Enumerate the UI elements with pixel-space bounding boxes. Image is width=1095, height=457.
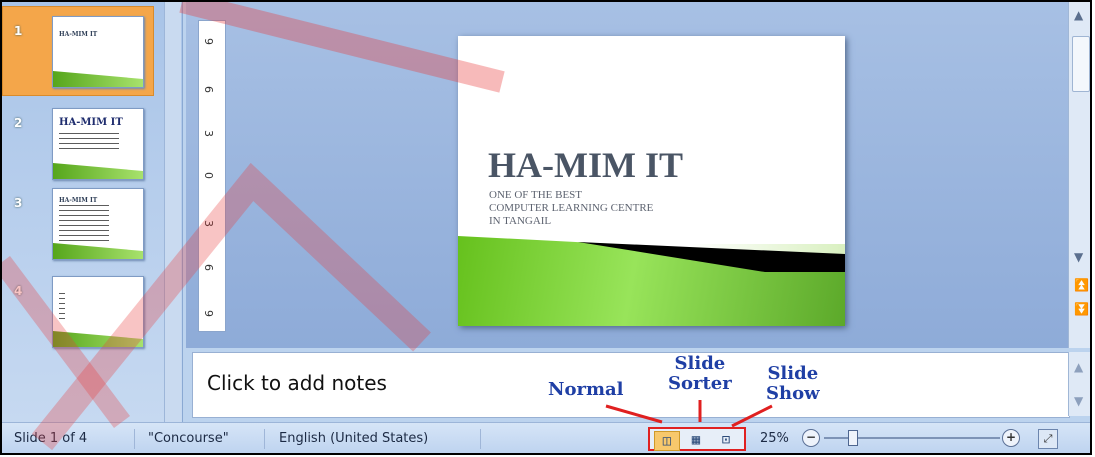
previous-slide-icon[interactable]: ⏫ xyxy=(1074,278,1089,292)
thumbnail-slide-3[interactable]: 3 HA-MIM IT xyxy=(12,188,162,262)
thumbnail-number: 2 xyxy=(14,116,23,130)
annotation-line: Slide xyxy=(674,353,726,374)
thumbnail-slide-2[interactable]: 2 HA-MIM IT xyxy=(12,108,162,182)
ruler-tick: 3 xyxy=(202,130,215,137)
thumbnail-title: HA-MIM IT xyxy=(59,197,98,204)
next-slide-icon[interactable]: ⏬ xyxy=(1074,302,1089,316)
zoom-level[interactable]: 25% xyxy=(760,431,789,446)
annotation-slide-show: Slide Show xyxy=(766,364,820,404)
thumbnail-slide-4[interactable]: 4 xyxy=(12,276,162,350)
notes-placeholder[interactable]: Click to add notes xyxy=(207,371,387,395)
thumbnail-green-band xyxy=(53,163,143,179)
ruler-tick: 6 xyxy=(202,264,215,271)
notes-scrollbar[interactable]: ▲ ▼ xyxy=(1068,352,1090,416)
theme-name[interactable]: "Concourse" xyxy=(148,431,229,446)
status-separator xyxy=(480,429,481,449)
normal-view-icon[interactable]: ◫ xyxy=(654,431,680,451)
thumbnail-green-band xyxy=(53,331,143,347)
thumbnail-card: HA-MIM IT xyxy=(52,188,144,260)
slide-sorter-icon[interactable]: ▦ xyxy=(684,431,708,449)
vertical-ruler: 9 6 3 0 3 6 9 xyxy=(198,20,226,332)
ruler-tick: 6 xyxy=(202,86,215,93)
ruler-tick: 9 xyxy=(202,38,215,45)
thumbnail-card: HA-MIM IT xyxy=(52,16,144,88)
fit-window-icon[interactable]: ⤢ xyxy=(1038,429,1058,449)
subtitle-line: IN TANGAIL xyxy=(489,215,552,227)
thumbnail-number: 4 xyxy=(14,284,23,298)
slide-canvas[interactable]: HA-MIM IT ONE OF THE BEST COMPUTER LEARN… xyxy=(458,36,845,326)
scrollbar-thumb[interactable] xyxy=(1072,36,1090,92)
thumbnail-title: HA-MIM IT xyxy=(59,117,123,128)
annotation-normal: Normal xyxy=(548,379,624,400)
slide-counter: Slide 1 of 4 xyxy=(14,431,88,446)
thumbnail-title: HA-MIM IT xyxy=(59,31,98,38)
ruler-tick: 3 xyxy=(202,220,215,227)
ruler-tick: 0 xyxy=(202,172,215,179)
scroll-up-icon[interactable]: ▲ xyxy=(1074,8,1083,22)
thumbnail-number: 3 xyxy=(14,196,23,210)
scroll-up-icon[interactable]: ▲ xyxy=(1074,360,1083,374)
scroll-down-icon[interactable]: ▼ xyxy=(1074,394,1083,408)
thumbnails-scrollbar[interactable] xyxy=(164,2,181,422)
zoom-slider-knob[interactable] xyxy=(848,430,858,446)
thumbnail-card xyxy=(52,276,144,348)
status-separator xyxy=(264,429,265,449)
status-bar: Slide 1 of 4 "Concourse" English (United… xyxy=(2,422,1090,453)
scroll-down-icon[interactable]: ▼ xyxy=(1074,250,1083,264)
zoom-out-icon[interactable]: − xyxy=(802,429,820,447)
thumbnail-text-lines xyxy=(59,293,65,319)
thumbnail-number: 1 xyxy=(14,24,23,38)
status-separator xyxy=(134,429,135,449)
slide-thumbnails-pane: 1 HA-MIM IT 2 HA-MIM IT 3 HA-MIM IT 4 xyxy=(2,2,183,422)
notes-pane[interactable]: Click to add notes xyxy=(192,352,1070,418)
annotation-slide-sorter: Slide Sorter xyxy=(668,354,732,394)
annotation-line: Sorter xyxy=(668,373,732,394)
subtitle-line: COMPUTER LEARNING CENTRE xyxy=(489,202,654,214)
ruler-tick: 9 xyxy=(202,310,215,317)
language-indicator[interactable]: English (United States) xyxy=(279,431,428,446)
slide-vertical-scrollbar[interactable]: ▲ ▼ ⏫ ⏬ xyxy=(1068,2,1090,348)
thumbnail-text-lines xyxy=(59,205,109,245)
thumbnail-green-band xyxy=(53,71,143,87)
powerpoint-window: 1 HA-MIM IT 2 HA-MIM IT 3 HA-MIM IT 4 9 … xyxy=(0,0,1092,455)
view-buttons-group: ◫ ▦ ⊡ xyxy=(648,427,746,451)
subtitle-line: ONE OF THE BEST xyxy=(489,189,582,201)
slide-show-icon[interactable]: ⊡ xyxy=(714,431,738,449)
slide-title[interactable]: HA-MIM IT xyxy=(488,144,683,186)
slide-subtitle[interactable]: ONE OF THE BEST COMPUTER LEARNING CENTRE… xyxy=(489,189,653,228)
zoom-in-icon[interactable]: + xyxy=(1002,429,1020,447)
thumbnail-slide-1[interactable]: 1 HA-MIM IT xyxy=(2,6,162,96)
annotation-line: Slide xyxy=(767,363,819,384)
annotation-line: Show xyxy=(766,383,820,404)
thumbnail-card: HA-MIM IT xyxy=(52,108,144,180)
thumbnail-text-lines xyxy=(59,133,119,151)
